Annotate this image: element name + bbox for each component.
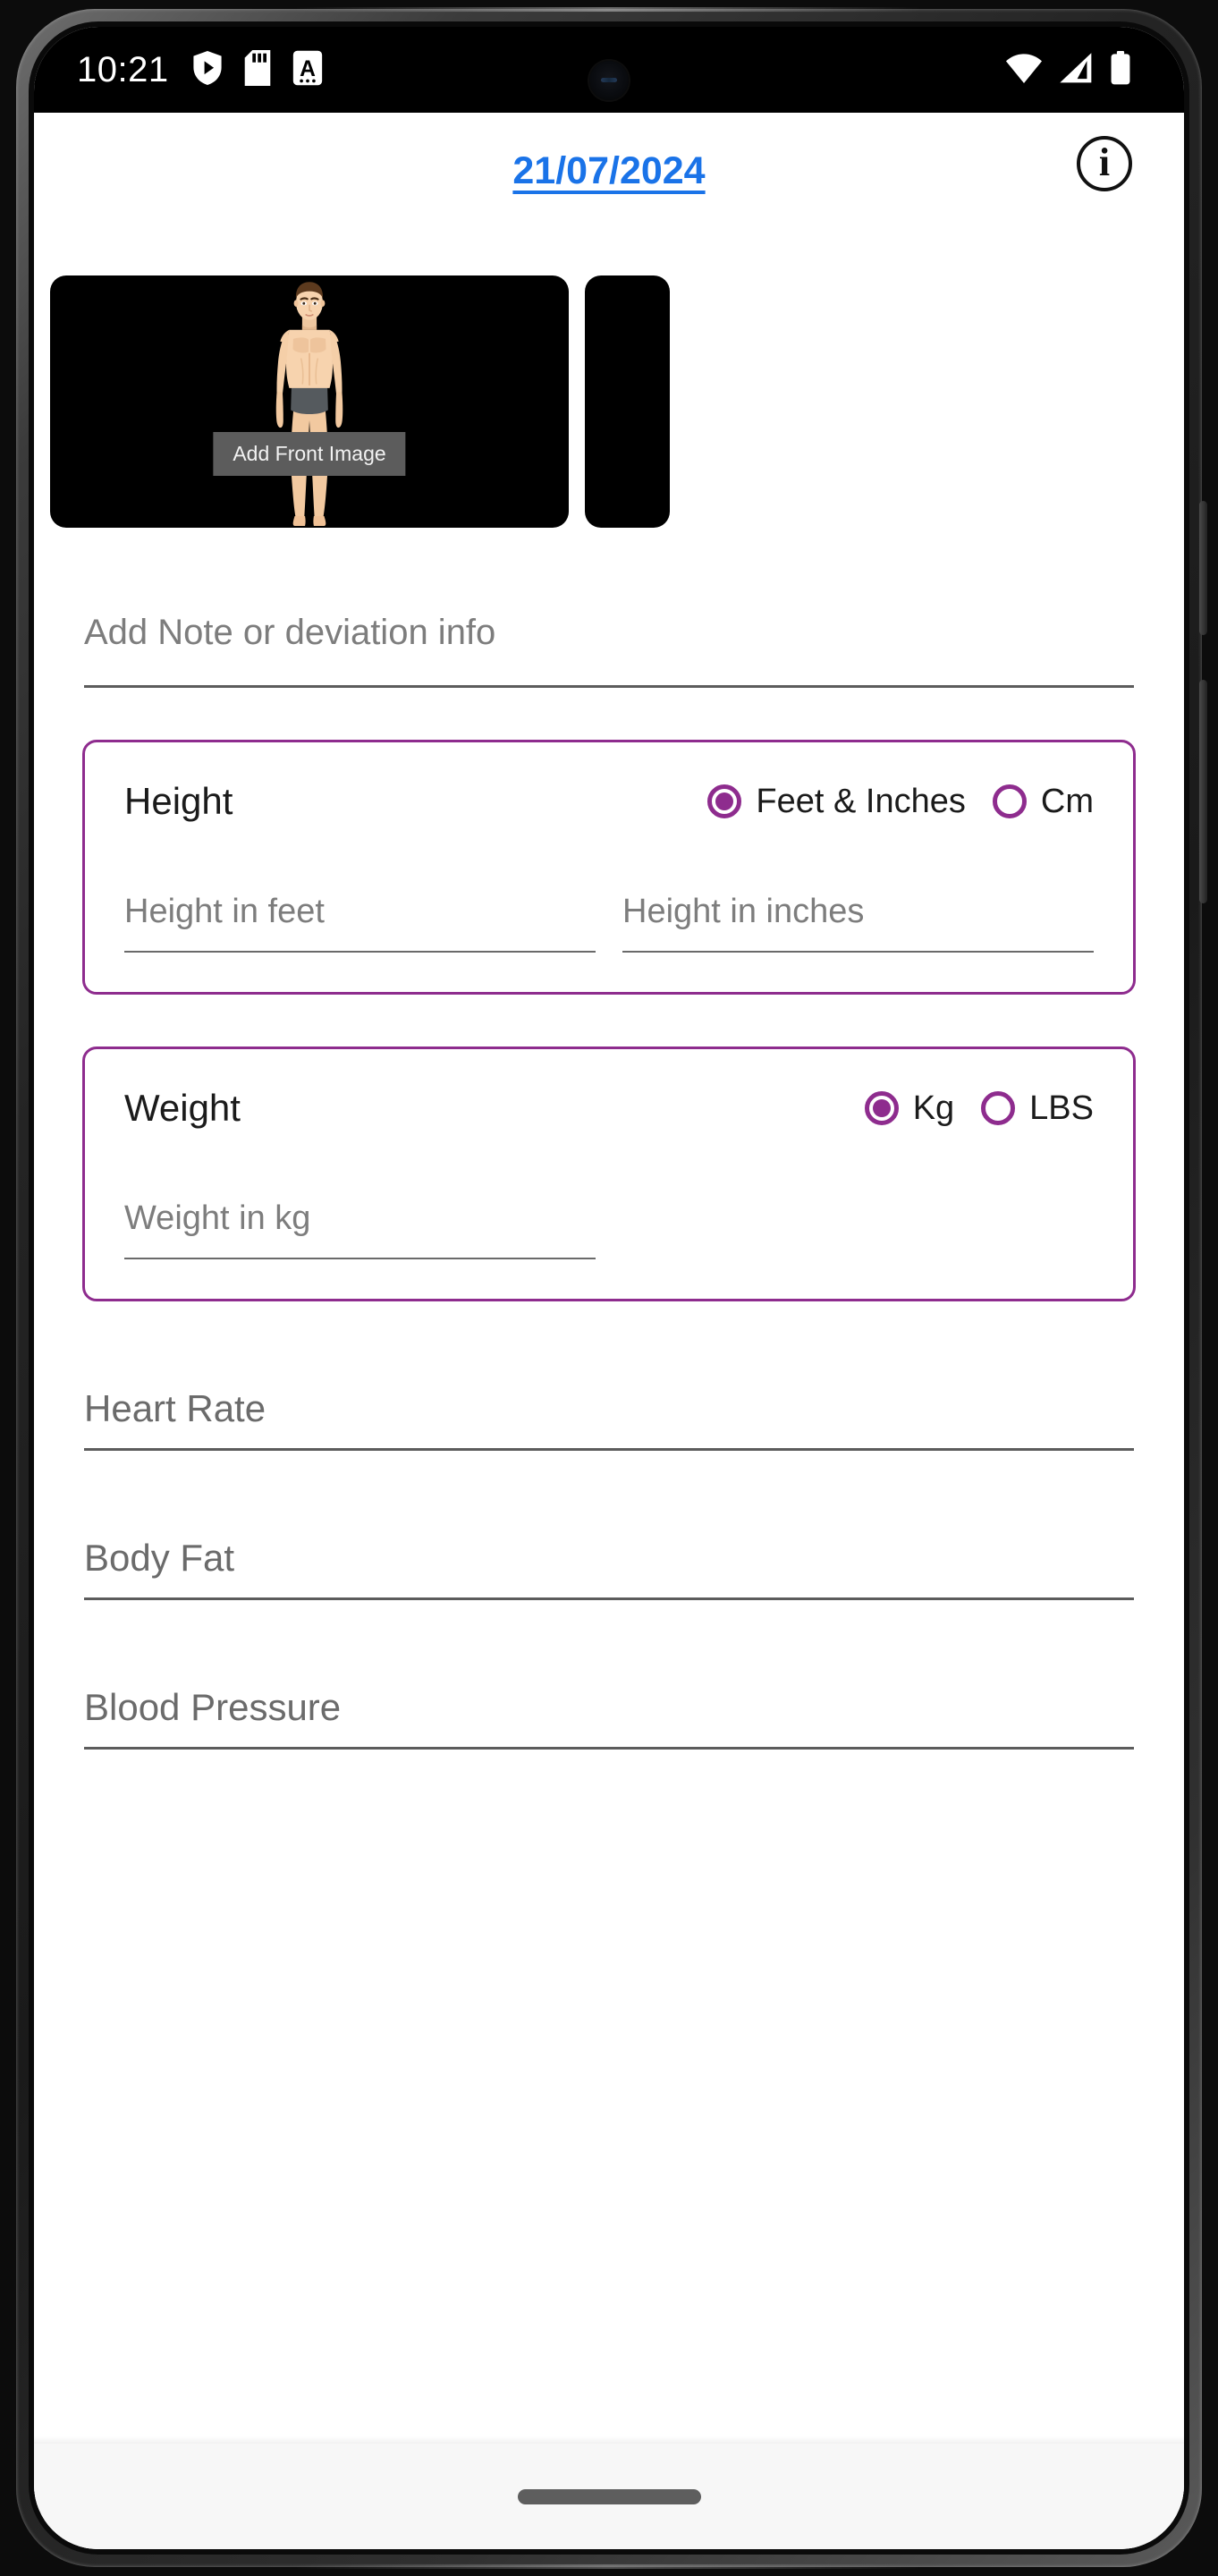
height-card: Height Feet & Inches Cm Height in feet H… [82,740,1136,995]
height-card-header: Height Feet & Inches Cm [124,780,1094,823]
add-side-image-card[interactable] [585,275,670,528]
home-indicator[interactable] [517,2488,701,2504]
phone-device: 10:21 A 21/07/2024 i Add Front Image Add… [0,0,1218,2576]
note-input-wrapper[interactable]: Add Note or deviation info [84,613,1134,688]
heart-rate-input-wrapper[interactable]: Heart Rate [84,1301,1134,1451]
shield-play-icon [192,50,223,90]
front-camera-punch-hole [589,61,629,100]
radio-button-icon[interactable] [981,1091,1016,1125]
height-unit-feet-inches-label: Feet & Inches [756,782,966,820]
svg-text:A: A [300,57,316,81]
height-inches-underline [622,951,1094,953]
app-content: 21/07/2024 i Add Front Image Add Note or… [34,113,1184,2549]
height-unit-cm-option[interactable]: Cm [992,782,1094,821]
note-input-underline [84,685,1134,688]
heart-rate-placeholder: Heart Rate [84,1387,266,1429]
battery-full-icon [1109,50,1132,89]
body-figure-illustration [229,275,390,528]
weight-unit-kg-option[interactable]: Kg [864,1089,955,1128]
height-unit-radio-group[interactable]: Feet & Inches Cm [707,783,1094,821]
weight-unit-lbs-label: LBS [1029,1089,1094,1127]
info-icon-glyph: i [1098,140,1111,184]
status-bar-right-icons [1005,50,1132,89]
phone-screen: 10:21 A 21/07/2024 i Add Front Image Add… [34,27,1184,2549]
height-unit-cm-label: Cm [1040,782,1094,820]
radio-button-icon[interactable] [992,784,1027,818]
antenna-seam-bottom [295,2564,921,2569]
date-picker-link[interactable]: 21/07/2024 [512,149,705,193]
power-button[interactable] [1199,501,1207,635]
height-feet-input-wrapper[interactable]: Height in feet [124,893,596,953]
wifi-icon [1005,52,1043,89]
radio-button-icon[interactable] [707,784,742,818]
image-carousel[interactable]: Add Front Image [34,275,1184,528]
weight-unit-kg-label: Kg [912,1089,955,1127]
a-badge-icon: A [292,50,323,90]
height-unit-feet-inches-option[interactable]: Feet & Inches [707,782,966,821]
weight-inputs: Weight in kg [124,1199,1094,1259]
weight-unit-lbs-option[interactable]: LBS [981,1089,1094,1128]
info-icon[interactable]: i [1077,136,1132,191]
height-feet-placeholder: Height in feet [124,893,325,930]
radio-button-icon[interactable] [864,1091,899,1125]
weight-card-title: Weight [124,1087,241,1129]
status-bar-left-icons: A [192,49,323,90]
scroll-fade [34,2436,1184,2444]
height-feet-underline [124,951,596,953]
weight-card: Weight Kg LBS Weight in kg [82,1046,1136,1301]
add-front-image-label: Add Front Image [213,432,406,476]
antenna-seam-top [295,7,921,12]
weight-kg-input-wrapper[interactable]: Weight in kg [124,1199,596,1259]
body-fat-input-wrapper[interactable]: Body Fat [84,1451,1134,1600]
system-navigation-bar [34,2444,1184,2549]
blood-pressure-placeholder: Blood Pressure [84,1686,342,1728]
weight-kg-underline [124,1258,596,1259]
note-input-placeholder: Add Note or deviation info [84,613,496,652]
add-front-image-card[interactable]: Add Front Image [50,275,569,528]
volume-button[interactable] [1199,680,1207,903]
status-bar: 10:21 A [34,27,1184,113]
blood-pressure-underline [84,1747,1134,1750]
weight-kg-placeholder: Weight in kg [124,1199,311,1237]
body-fat-placeholder: Body Fat [84,1537,235,1579]
blood-pressure-input-wrapper[interactable]: Blood Pressure [84,1600,1134,1750]
cellular-signal-icon [1058,52,1094,89]
weight-unit-radio-group[interactable]: Kg LBS [864,1089,1094,1128]
height-inches-input-wrapper[interactable]: Height in inches [622,893,1094,953]
height-card-title: Height [124,780,233,822]
height-inputs: Height in feet Height in inches [124,893,1094,953]
height-inches-placeholder: Height in inches [622,893,865,930]
sd-card-icon [244,49,271,90]
status-bar-clock: 10:21 [77,49,169,89]
page-header: 21/07/2024 i [34,113,1184,229]
weight-card-header: Weight Kg LBS [124,1087,1094,1130]
